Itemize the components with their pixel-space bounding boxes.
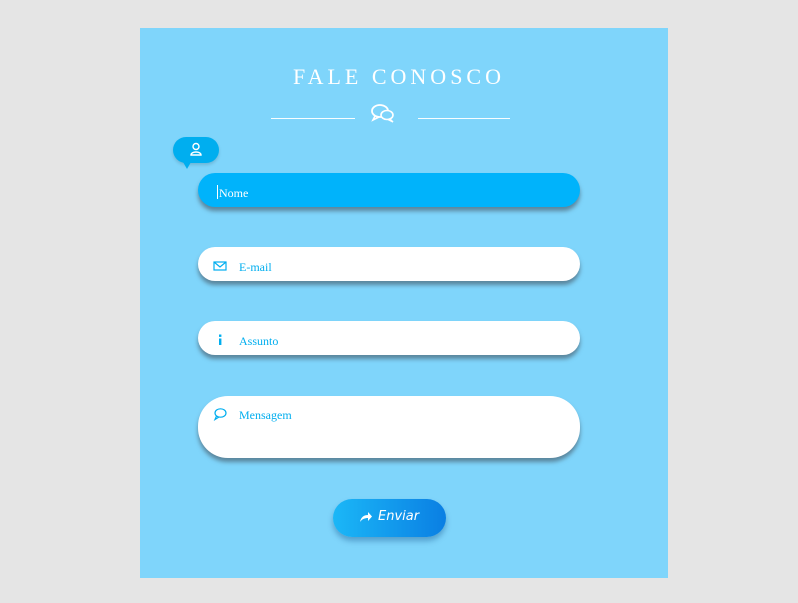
text-cursor (217, 185, 218, 199)
message-field-placeholder: Mensagem (239, 408, 292, 422)
email-field-placeholder: E-mail (239, 260, 272, 274)
title-divider-left (271, 118, 355, 119)
send-button-label: Enviar (378, 509, 420, 524)
title-divider-right (418, 118, 510, 119)
speech-bubble-icon (213, 408, 227, 421)
chat-bubbles-icon (371, 104, 394, 123)
form-title: FALE CONOSCO (292, 64, 505, 89)
subject-field-placeholder: Assunto (239, 334, 279, 348)
message-field[interactable]: Mensagem (198, 396, 580, 458)
envelope-icon (213, 261, 227, 271)
share-arrow-icon (360, 512, 372, 522)
user-icon (190, 142, 202, 156)
send-button[interactable]: Enviar (333, 499, 446, 537)
name-field-placeholder: Nome (219, 186, 249, 200)
email-field[interactable]: E-mail (198, 247, 580, 281)
contact-form-panel (140, 28, 668, 578)
name-field[interactable]: Nome (198, 173, 580, 207)
info-icon (219, 334, 222, 345)
name-field-tooltip (173, 137, 219, 169)
subject-field[interactable]: Assunto (198, 321, 580, 355)
